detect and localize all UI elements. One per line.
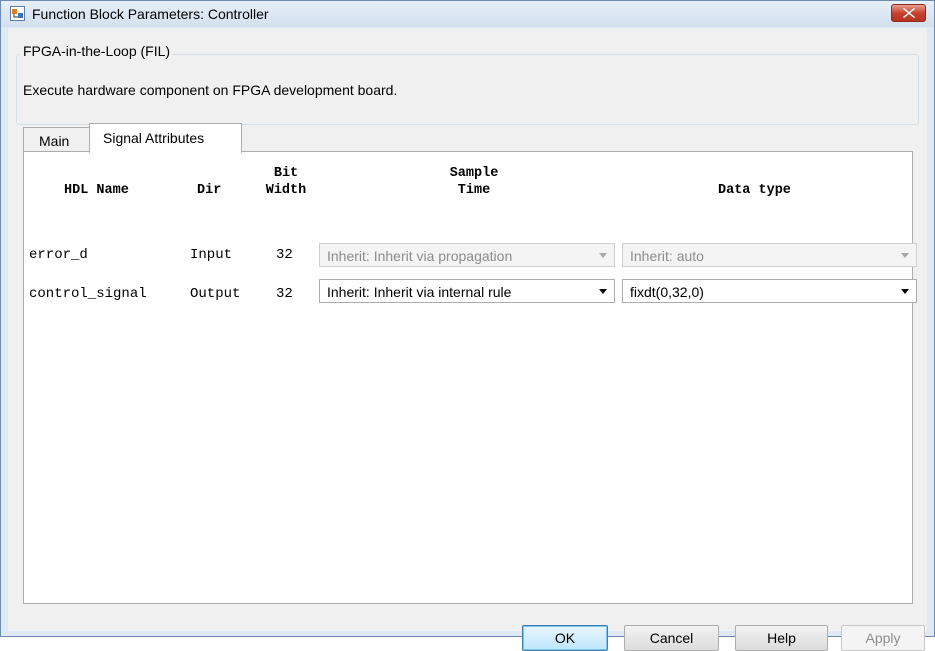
column-header-data-type: Data type [718, 183, 791, 198]
close-button[interactable] [891, 4, 926, 22]
close-icon [903, 8, 915, 18]
block-description: Execute hardware component on FPGA devel… [23, 82, 398, 98]
signal-attributes-panel: HDL Name Dir Bit Width Sample Time Data … [23, 151, 917, 604]
window-title: Function Block Parameters: Controller [32, 6, 269, 22]
column-header-sample-time-line2: Time [457, 183, 491, 198]
data-type-value: Inherit: auto [630, 248, 704, 264]
data-type-select[interactable]: fixdt(0,32,0) [622, 279, 917, 303]
column-header-hdl-name: HDL Name [64, 183, 129, 198]
dialog-client-area: FPGA-in-the-Loop (FIL) Execute hardware … [8, 28, 927, 651]
cancel-button[interactable]: Cancel [624, 625, 719, 651]
tab-main[interactable]: Main [23, 127, 90, 152]
column-header-bit-width-line2: Width [265, 183, 307, 198]
tab-main-label: Main [39, 133, 70, 149]
signal-direction: Output [190, 286, 241, 302]
help-button[interactable]: Help [735, 625, 828, 651]
chevron-down-icon [901, 289, 909, 294]
data-type-select: Inherit: auto [622, 243, 917, 267]
data-type-value: fixdt(0,32,0) [630, 284, 704, 300]
dialog-window: Function Block Parameters: Controller FP… [0, 0, 935, 651]
sample-time-value: Inherit: Inherit via propagation [327, 248, 513, 264]
apply-button[interactable]: Apply [841, 625, 925, 651]
title-bar[interactable]: Function Block Parameters: Controller [1, 1, 934, 27]
sample-time-select[interactable]: Inherit: Inherit via internal rule [319, 279, 615, 303]
simulink-block-icon [10, 6, 25, 21]
signal-direction: Input [190, 247, 233, 263]
column-header-bit-width-line1: Bit [273, 166, 299, 181]
signal-name: control_signal [29, 286, 147, 302]
column-header-sample-time: Sample Time [429, 165, 519, 199]
chevron-down-icon [901, 253, 909, 258]
signal-bit-width: 32 [276, 286, 293, 302]
column-header-bit-width: Bit Width [256, 165, 316, 199]
signal-bit-width: 32 [276, 247, 293, 263]
tab-signal-attributes-label: Signal Attributes [103, 130, 205, 146]
group-title: FPGA-in-the-Loop (FIL) [20, 43, 174, 59]
column-header-sample-time-line1: Sample [449, 166, 499, 181]
signal-name: error_d [29, 247, 88, 263]
tab-signal-attributes[interactable]: Signal Attributes [89, 123, 242, 153]
sample-time-value: Inherit: Inherit via internal rule [327, 284, 512, 300]
sample-time-select: Inherit: Inherit via propagation [319, 243, 615, 267]
chevron-down-icon [599, 289, 607, 294]
chevron-down-icon [599, 253, 607, 258]
column-header-dir: Dir [197, 183, 222, 198]
ok-button[interactable]: OK [522, 625, 608, 651]
